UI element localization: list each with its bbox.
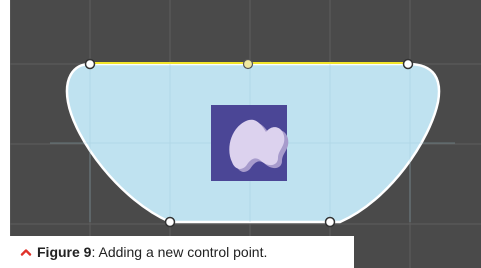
editor-viewport[interactable] <box>10 0 481 268</box>
figure-caption: Figure 9: Adding a new control point. <box>10 236 354 268</box>
sprite-icon <box>211 105 289 181</box>
control-point-bottom-right[interactable] <box>324 216 336 228</box>
control-point-top-left[interactable] <box>84 58 96 70</box>
control-point-bottom-left[interactable] <box>164 216 176 228</box>
page: Figure 9: Adding a new control point. <box>0 0 481 268</box>
control-point-new[interactable] <box>242 58 254 70</box>
figure-label: Figure 9 <box>37 244 92 260</box>
control-point-top-right[interactable] <box>402 58 414 70</box>
chevron-up-icon <box>20 249 32 256</box>
scene-canvas[interactable] <box>10 0 481 268</box>
figure-caption-text: : Adding a new control point. <box>91 244 268 260</box>
